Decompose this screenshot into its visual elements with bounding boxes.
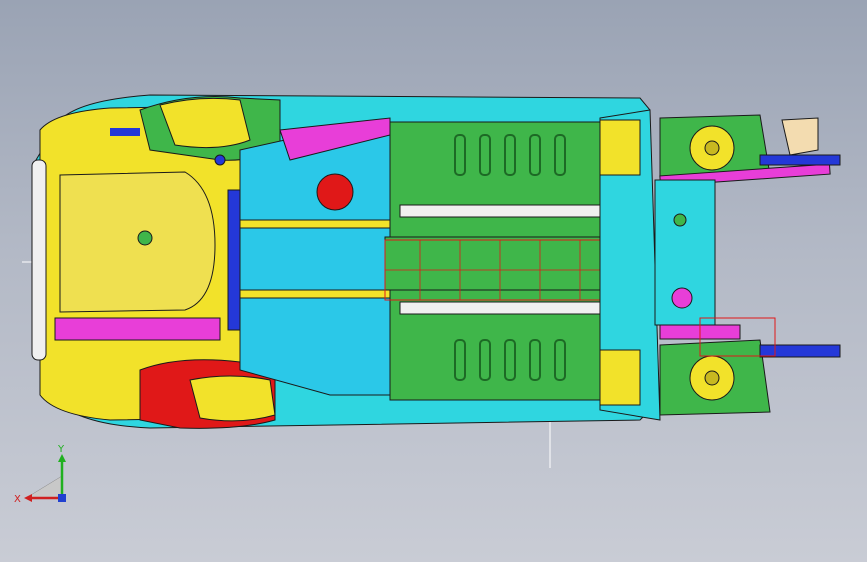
front-rail-blue-bottom[interactable] (759, 344, 841, 358)
triad-y-arrow-icon (58, 454, 66, 462)
triad-z-axis (58, 494, 66, 502)
spare-wheel-well[interactable] (59, 171, 216, 313)
front-crossmember-yellow-top[interactable] (599, 119, 641, 176)
triad-x-arrow-icon (24, 494, 32, 502)
triad-y-label: Y (57, 444, 65, 455)
front-strut-center-bottom (704, 370, 720, 386)
front-bumper-bracket[interactable] (781, 117, 819, 156)
center-floor-panel[interactable] (239, 129, 391, 396)
cross-rail-yellow-2[interactable] (239, 289, 391, 299)
rear-side-rail-magenta[interactable] (54, 317, 221, 341)
front-subframe-bolt (673, 213, 687, 227)
front-strut-center-top (704, 140, 720, 156)
rear-bumper[interactable] (31, 159, 47, 361)
rear-bolt-blue (214, 154, 226, 166)
fuel-filler-hole[interactable] (316, 173, 354, 211)
triad-x-label: X (14, 494, 21, 505)
steering-rack-mount[interactable] (671, 287, 693, 309)
front-rail-blue-top[interactable] (759, 154, 841, 166)
cad-viewport[interactable]: Y X (0, 0, 867, 562)
rear-shock-tower-top[interactable] (159, 97, 251, 149)
spare-wheel-hub (137, 230, 153, 246)
left-rail-blue[interactable] (227, 189, 241, 331)
rear-shock-tower-bottom[interactable] (189, 375, 276, 422)
front-crossmember-yellow-bottom[interactable] (599, 349, 641, 406)
orientation-triad[interactable]: Y X (12, 440, 82, 510)
front-floor-pan-upper[interactable] (389, 121, 601, 238)
rear-cross-member-blue[interactable] (110, 128, 140, 136)
car-underbody-model[interactable] (0, 0, 867, 562)
cross-rail-yellow[interactable] (239, 219, 391, 229)
